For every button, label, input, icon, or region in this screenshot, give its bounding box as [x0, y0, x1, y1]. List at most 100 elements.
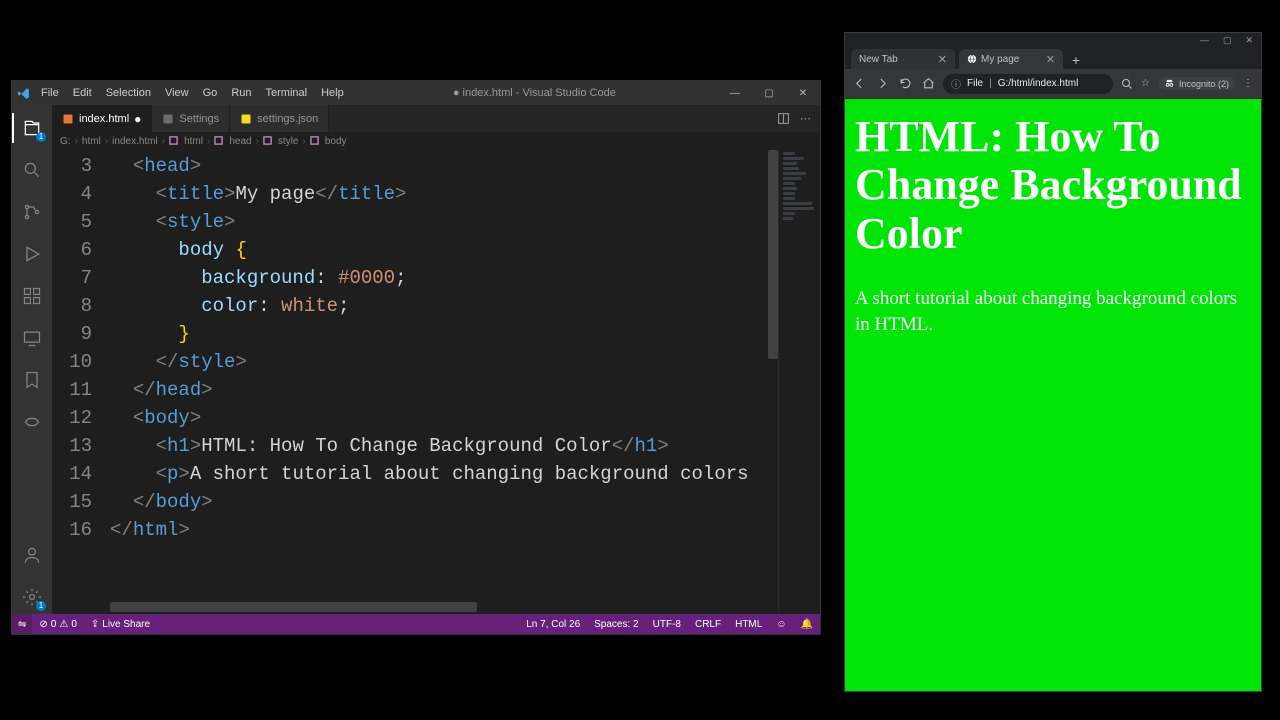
code-line[interactable]: </html> [110, 516, 820, 544]
cursor-position[interactable]: Ln 7, Col 26 [519, 619, 587, 630]
breadcrumb-separator-icon: › [207, 136, 210, 147]
code-line[interactable]: <title>My page</title> [110, 180, 820, 208]
source-control-icon[interactable] [12, 195, 52, 229]
home-icon[interactable] [922, 77, 935, 90]
horizontal-scrollbar[interactable] [110, 602, 778, 612]
live-share-status[interactable]: ⇪Live Share [84, 619, 157, 630]
code-line[interactable]: body { [110, 236, 820, 264]
code-line[interactable]: } [110, 320, 820, 348]
close-tab-icon[interactable]: ✕ [938, 53, 947, 66]
extensions-icon[interactable] [12, 279, 52, 313]
breadcrumb-style[interactable]: style [278, 136, 299, 147]
indentation[interactable]: Spaces: 2 [587, 619, 645, 630]
breadcrumb-g[interactable]: G: [60, 136, 71, 147]
code-line[interactable]: </head> [110, 376, 820, 404]
notifications-icon[interactable]: 🔔 [794, 619, 820, 630]
code-line[interactable]: color: white; [110, 292, 820, 320]
split-editor-icon[interactable] [777, 112, 790, 125]
breadcrumbs[interactable]: G:›html›index.html›html›head›style›body [52, 132, 820, 150]
editor-tabs: index.html●Settingssettings.json ⋯ [52, 105, 820, 132]
page-paragraph: A short tutorial about changing backgrou… [855, 286, 1251, 337]
symbol-icon [214, 136, 225, 147]
menu-help[interactable]: Help [314, 87, 351, 99]
tab-settings-json[interactable]: settings.json [230, 105, 329, 132]
breadcrumb-head[interactable]: head [229, 136, 251, 147]
browser-tab-my-page[interactable]: My page✕ [959, 49, 1063, 69]
vscode-window: FileEditSelectionViewGoRunTerminalHelp ●… [11, 80, 821, 635]
run-debug-icon[interactable] [12, 237, 52, 271]
tab-settings[interactable]: Settings [152, 105, 230, 132]
manage-icon[interactable]: 1 [12, 580, 52, 614]
code-line[interactable]: <h1>HTML: How To Change Background Color… [110, 432, 820, 460]
line-number: 4 [52, 180, 92, 208]
code-line[interactable]: background: #0000; [110, 264, 820, 292]
breadcrumb-html[interactable]: html [184, 136, 203, 147]
menu-view[interactable]: View [158, 87, 196, 99]
minimize-button[interactable]: — [1200, 35, 1209, 45]
breadcrumb-indexhtml[interactable]: index.html [112, 136, 158, 147]
live-share-label: Live Share [102, 619, 150, 630]
search-icon[interactable] [12, 153, 52, 187]
back-icon[interactable] [853, 77, 866, 90]
menu-edit[interactable]: Edit [66, 87, 99, 99]
live-share-icon[interactable] [12, 405, 52, 439]
menu-run[interactable]: Run [224, 87, 258, 99]
code-lines[interactable]: <head> <title>My page</title> <style> bo… [110, 150, 820, 614]
zoom-icon[interactable] [1121, 78, 1133, 90]
accounts-icon[interactable] [12, 538, 52, 572]
browser-window: — ▢ ✕ New Tab✕My page✕+ ⓘ File | G:/html… [844, 32, 1262, 692]
menu-icon[interactable]: ⋮ [1243, 78, 1253, 89]
menu-selection[interactable]: Selection [99, 87, 158, 99]
vscode-menu: FileEditSelectionViewGoRunTerminalHelp [34, 87, 351, 99]
reload-icon[interactable] [899, 77, 912, 90]
close-tab-icon[interactable]: ✕ [1046, 53, 1055, 66]
remote-icon[interactable] [12, 321, 52, 355]
browser-tab-new-tab[interactable]: New Tab✕ [851, 49, 955, 69]
code-line[interactable]: <head> [110, 152, 820, 180]
code-editor[interactable]: 345678910111213141516 <head> <title>My p… [52, 150, 820, 614]
close-button[interactable]: ✕ [1245, 35, 1253, 46]
code-line[interactable]: </style> [110, 348, 820, 376]
menu-file[interactable]: File [34, 87, 66, 99]
minimap[interactable] [778, 150, 820, 614]
incognito-badge[interactable]: Incognito (2) [1158, 77, 1235, 90]
address-bar[interactable]: ⓘ File | G:/html/index.html [943, 74, 1113, 94]
bookmark-icon[interactable]: ☆ [1141, 78, 1150, 89]
explorer-icon[interactable]: 1 [12, 111, 52, 145]
forward-icon[interactable] [876, 77, 889, 90]
remote-indicator[interactable]: ⇋ [12, 614, 32, 634]
html-file-icon [62, 113, 74, 125]
vertical-scrollbar[interactable] [768, 150, 778, 614]
code-line[interactable]: <body> [110, 404, 820, 432]
code-line[interactable]: <p>A short tutorial about changing backg… [110, 460, 820, 488]
breadcrumb-html[interactable]: html [82, 136, 101, 147]
menu-go[interactable]: Go [196, 87, 225, 99]
maximize-button[interactable]: ▢ [1223, 35, 1232, 46]
eol[interactable]: CRLF [688, 619, 728, 630]
close-button[interactable]: ✕ [786, 81, 820, 105]
status-bar: ⇋ ⊘0 ⚠0 ⇪Live Share Ln 7, Col 26 Spaces:… [12, 614, 820, 634]
problems-indicator[interactable]: ⊘0 ⚠0 [32, 619, 83, 630]
site-info-icon[interactable]: ⓘ [951, 76, 961, 91]
browser-toolbar: ⓘ File | G:/html/index.html ☆ Incognito … [845, 69, 1261, 99]
maximize-button[interactable]: ▢ [752, 81, 786, 105]
code-line[interactable]: </body> [110, 488, 820, 516]
line-number: 7 [52, 264, 92, 292]
breadcrumb-separator-icon: › [105, 136, 108, 147]
language-mode[interactable]: HTML [728, 619, 769, 630]
menu-terminal[interactable]: Terminal [259, 87, 315, 99]
code-line[interactable]: <style> [110, 208, 820, 236]
vscode-titlebar[interactable]: FileEditSelectionViewGoRunTerminalHelp ●… [12, 81, 820, 105]
warning-icon: ⚠ [59, 619, 68, 630]
line-gutter: 345678910111213141516 [52, 150, 110, 614]
browser-viewport[interactable]: HTML: How To Change Background Color A s… [845, 99, 1261, 691]
new-tab-button[interactable]: + [1067, 51, 1085, 69]
minimize-button[interactable]: — [718, 81, 752, 105]
editor-area: index.html●Settingssettings.json ⋯ G: › ht… [52, 105, 820, 614]
feedback-icon[interactable]: ☺ [769, 619, 793, 630]
bookmarks-icon[interactable] [12, 363, 52, 397]
breadcrumb-body[interactable]: body [325, 136, 347, 147]
encoding[interactable]: UTF-8 [646, 619, 688, 630]
more-actions-icon[interactable]: ⋯ [800, 112, 812, 125]
tab-index-html[interactable]: index.html● [52, 105, 152, 132]
